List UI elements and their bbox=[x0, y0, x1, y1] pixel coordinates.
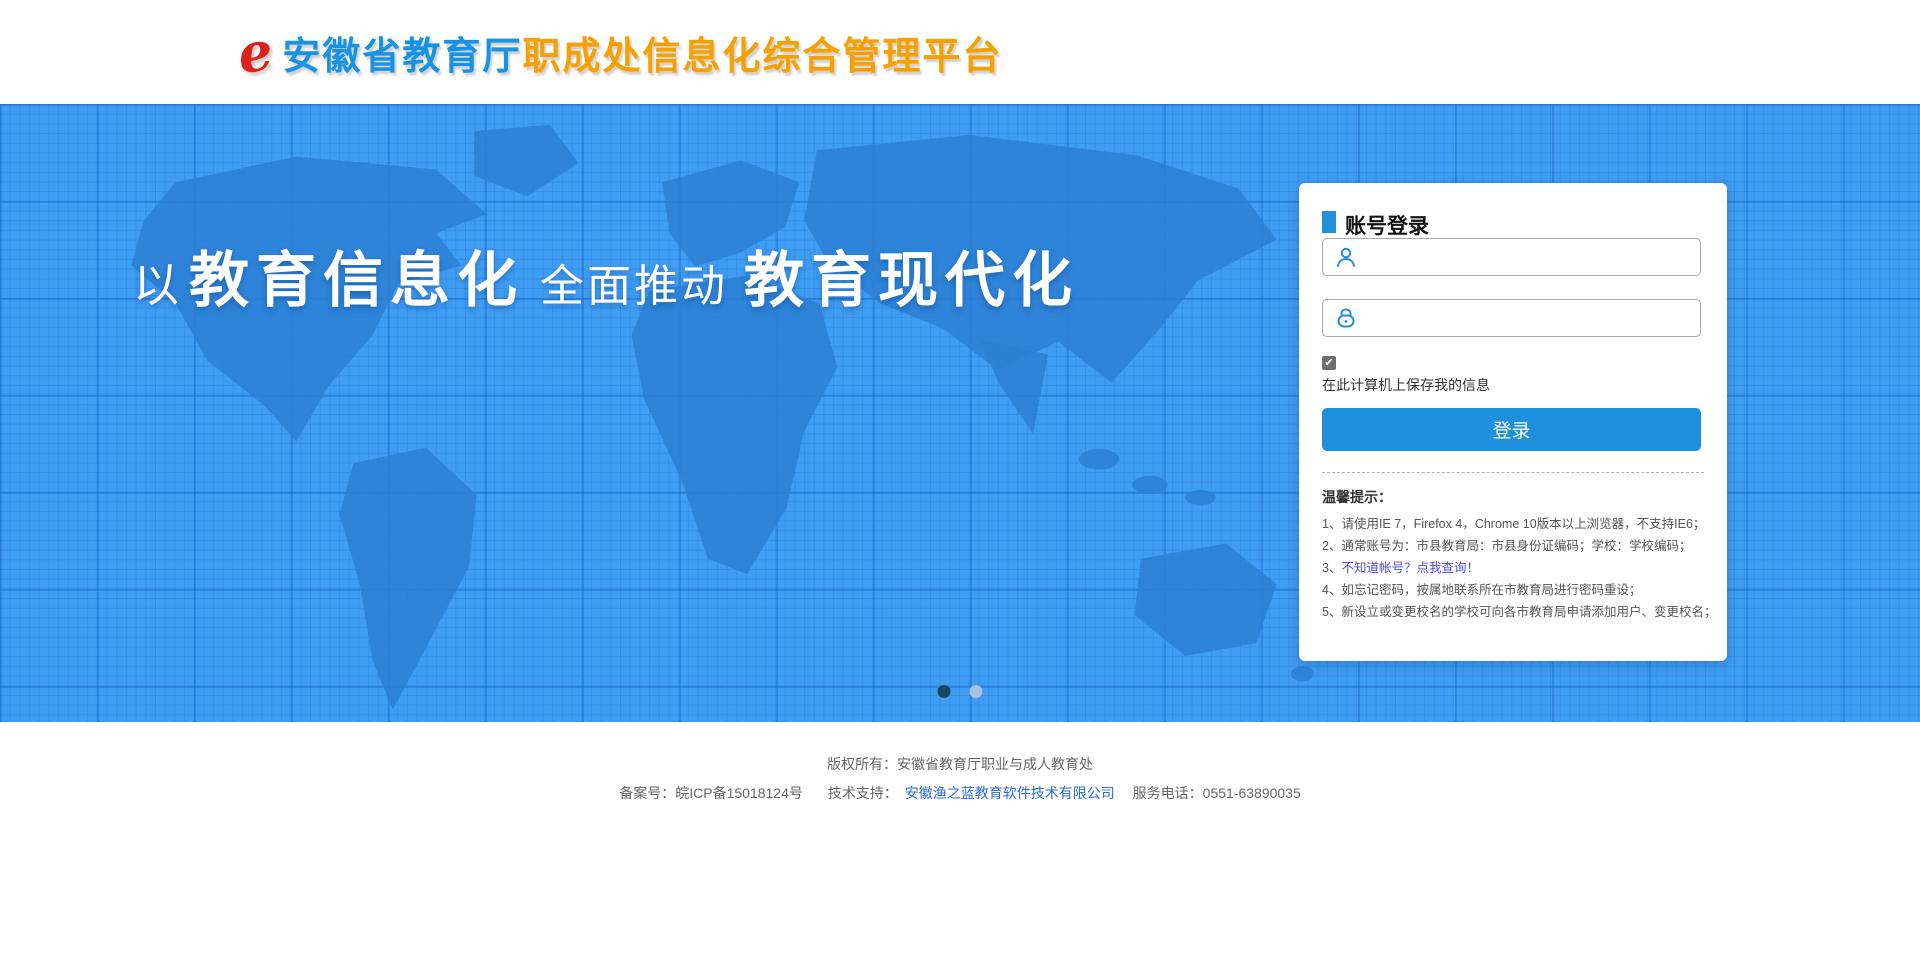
tip-3-prefix: 3、 bbox=[1322, 561, 1341, 575]
brand-logo: e 安徽省教育厅职成处信息化综合管理平台 bbox=[238, 0, 1002, 104]
tip-item-1: 1、请使用IE 7，Firefox 4，Chrome 10版本以上浏览器，不支持… bbox=[1322, 513, 1704, 535]
slogan-bold-1: 教育信息化 bbox=[189, 232, 524, 319]
password-field bbox=[1322, 299, 1701, 337]
login-card: 账号登录 ✔ 在此计算机上保存我的信息 登录 温馨提示： 1、请使用IE bbox=[1299, 183, 1727, 661]
copyright-line: 版权所有：安徽省教育厅职业与成人教育处 bbox=[0, 754, 1920, 774]
user-icon bbox=[1334, 245, 1358, 269]
beian-text: 备案号：皖ICP备15018124号 bbox=[619, 785, 803, 801]
login-title-row: 账号登录 bbox=[1322, 183, 1704, 238]
divider bbox=[1322, 472, 1704, 473]
login-title-marker bbox=[1322, 211, 1336, 233]
carousel-dots bbox=[938, 685, 983, 698]
phone-text: 服务电话：0551-63890035 bbox=[1133, 785, 1301, 801]
remember-row: ✔ 在此计算机上保存我的信息 bbox=[1322, 353, 1704, 395]
slogan-prefix: 以 bbox=[133, 249, 179, 315]
brand-title-orange: 职成处信息化综合管理平台 bbox=[522, 36, 1002, 78]
login-button[interactable]: 登录 bbox=[1322, 408, 1701, 451]
login-title: 账号登录 bbox=[1322, 210, 1704, 240]
support-link[interactable]: 安徽渔之蓝教育软件技术有限公司 bbox=[905, 785, 1115, 801]
tip-item-3: 3、不知道帐号？点我查询！ bbox=[1322, 557, 1704, 579]
brand-title-blue: 安徽省教育厅 bbox=[282, 36, 522, 78]
remember-checkbox[interactable]: ✔ bbox=[1322, 356, 1336, 370]
tips-list: 1、请使用IE 7，Firefox 4，Chrome 10版本以上浏览器，不支持… bbox=[1322, 513, 1704, 623]
slogan-middle: 全面推动 bbox=[540, 250, 728, 314]
footer-info-line: 备案号：皖ICP备15018124号 技术支持：安徽渔之蓝教育软件技术有限公司 … bbox=[0, 783, 1920, 803]
hero-banner: 以 教育信息化 全面推动 教育现代化 账号登录 ✔ 在此 bbox=[0, 104, 1920, 722]
username-field bbox=[1322, 238, 1701, 276]
page-footer: 版权所有：安徽省教育厅职业与成人教育处 备案号：皖ICP备15018124号 技… bbox=[0, 722, 1920, 803]
remember-label: 在此计算机上保存我的信息 bbox=[1322, 375, 1704, 395]
lock-icon bbox=[1334, 306, 1358, 330]
carousel-dot-2[interactable] bbox=[970, 685, 983, 698]
tip-item-5: 5、新设立或变更校名的学校可向各市教育局申请添加用户、变更校名； bbox=[1322, 601, 1704, 623]
carousel-dot-1[interactable] bbox=[938, 685, 951, 698]
tip-query-link[interactable]: 不知道帐号？点我查询！ bbox=[1341, 561, 1479, 575]
tip-item-2: 2、通常账号为：市县教育局：市县身份证编码；学校：学校编码； bbox=[1322, 535, 1704, 557]
tip-item-4: 4、如忘记密码，按属地联系所在市教育局进行密码重设； bbox=[1322, 579, 1704, 601]
support-label: 技术支持：安徽渔之蓝教育软件技术有限公司 bbox=[821, 785, 1115, 801]
tips-title: 温馨提示： bbox=[1322, 487, 1704, 507]
banner-slogan: 以 教育信息化 全面推动 教育现代化 bbox=[133, 232, 1089, 319]
password-input[interactable] bbox=[1366, 300, 1700, 336]
e-logo-icon: e bbox=[234, 23, 276, 81]
world-map-image bbox=[55, 112, 1325, 712]
slogan-bold-2: 教育现代化 bbox=[744, 232, 1079, 319]
brand-title: 安徽省教育厅职成处信息化综合管理平台 bbox=[282, 25, 1002, 80]
app-header: e 安徽省教育厅职成处信息化综合管理平台 bbox=[0, 0, 1920, 104]
username-input[interactable] bbox=[1366, 239, 1700, 275]
